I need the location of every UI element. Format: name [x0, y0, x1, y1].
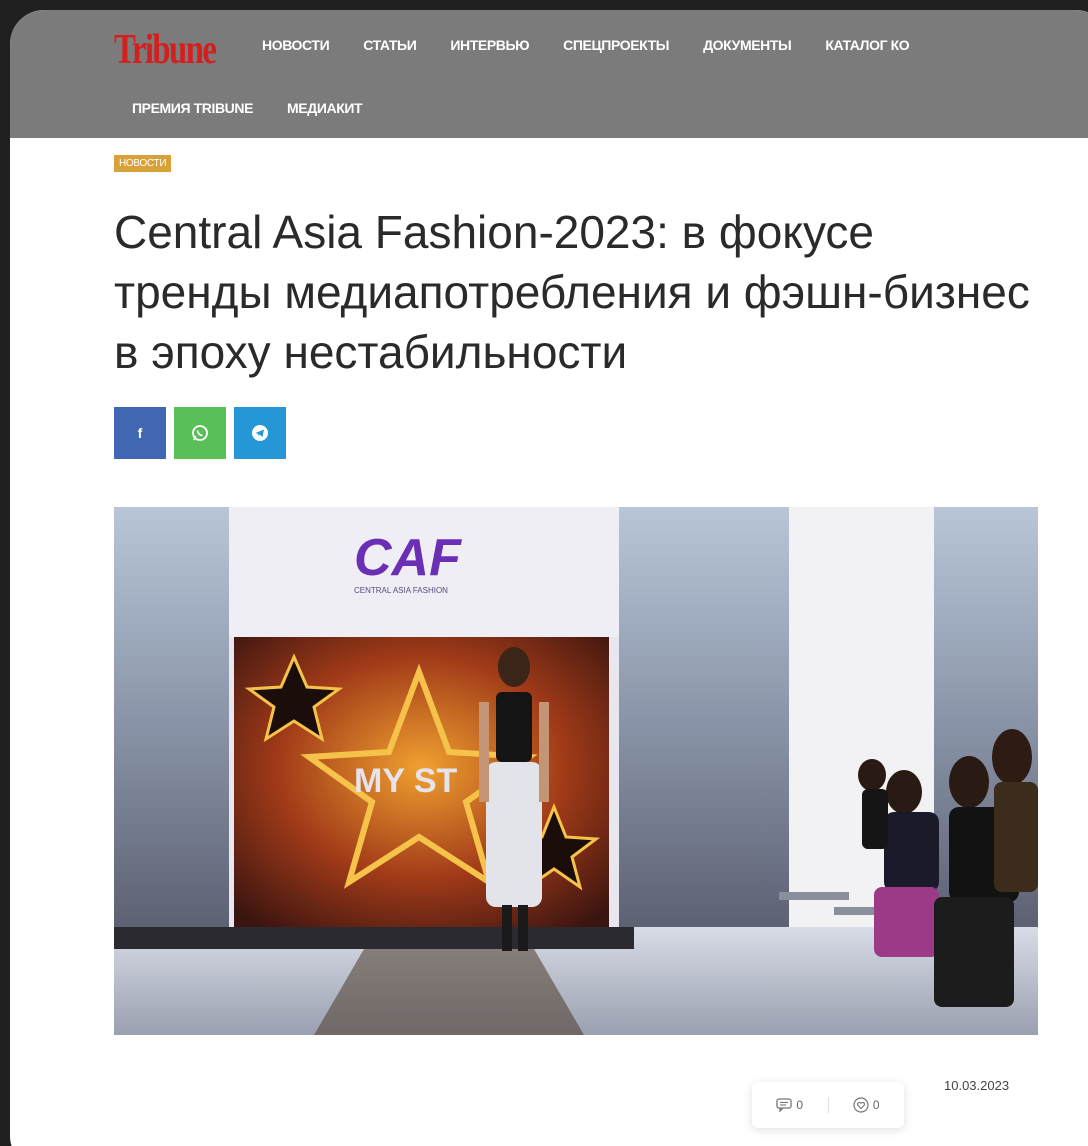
nav-item-tribune-award[interactable]: ПРЕМИЯ TRIBUNE — [132, 100, 253, 116]
comments-count[interactable]: 0 — [752, 1098, 828, 1112]
article-stats: 0 0 — [752, 1082, 904, 1128]
publish-date: 10.03.2023 — [944, 1078, 1010, 1093]
nav-item-interviews[interactable]: ИНТЕРВЬЮ — [450, 37, 529, 53]
whatsapp-icon — [192, 425, 208, 441]
share-buttons: f — [114, 407, 286, 459]
backdrop-text: MY ST — [354, 762, 458, 800]
main-nav: НОВОСТИ СТАТЬИ ИНТЕРВЬЮ СПЕЦПРОЕКТЫ ДОКУ… — [262, 37, 943, 53]
runway-photo: MY ST CAF CENTRAL ASIA FASHION — [114, 507, 1038, 1035]
nav-item-mediakit[interactable]: МЕДИАКИТ — [287, 100, 363, 116]
nav-item-documents[interactable]: ДОКУМЕНТЫ — [703, 37, 792, 53]
nav-item-articles[interactable]: СТАТЬИ — [363, 37, 417, 53]
caf-logo-subtext: CENTRAL ASIA FASHION — [354, 586, 448, 595]
telegram-share-button[interactable] — [234, 407, 286, 459]
heart-icon — [853, 1097, 869, 1113]
nav-item-catalog[interactable]: КАТАЛОГ КО — [825, 37, 909, 53]
article-title: Central Asia Fashion-2023: в фокусе трен… — [114, 206, 1030, 378]
telegram-icon — [252, 425, 268, 441]
likes-count[interactable]: 0 — [827, 1097, 905, 1113]
nav-item-news[interactable]: НОВОСТИ — [262, 37, 330, 53]
article-hero-image: MY ST CAF CENTRAL ASIA FASHION — [114, 507, 1038, 1035]
site-logo[interactable]: Tribune — [114, 26, 217, 74]
comments-value: 0 — [796, 1098, 804, 1112]
facebook-icon: f — [137, 425, 143, 441]
whatsapp-share-button[interactable] — [174, 407, 226, 459]
likes-value: 0 — [872, 1098, 880, 1112]
caf-logo: CAF — [354, 529, 462, 587]
secondary-nav: ПРЕМИЯ TRIBUNE МЕДИАКИТ — [132, 100, 396, 116]
comment-icon — [776, 1098, 793, 1112]
site-header: Tribune НОВОСТИ СТАТЬИ ИНТЕРВЬЮ СПЕЦПРОЕ… — [10, 10, 1088, 138]
nav-item-specprojects[interactable]: СПЕЦПРОЕКТЫ — [563, 37, 669, 53]
browser-window: Tribune НОВОСТИ СТАТЬИ ИНТЕРВЬЮ СПЕЦПРОЕ… — [10, 10, 1088, 1146]
category-badge[interactable]: НОВОСТИ — [114, 155, 172, 172]
facebook-share-button[interactable]: f — [114, 407, 166, 459]
